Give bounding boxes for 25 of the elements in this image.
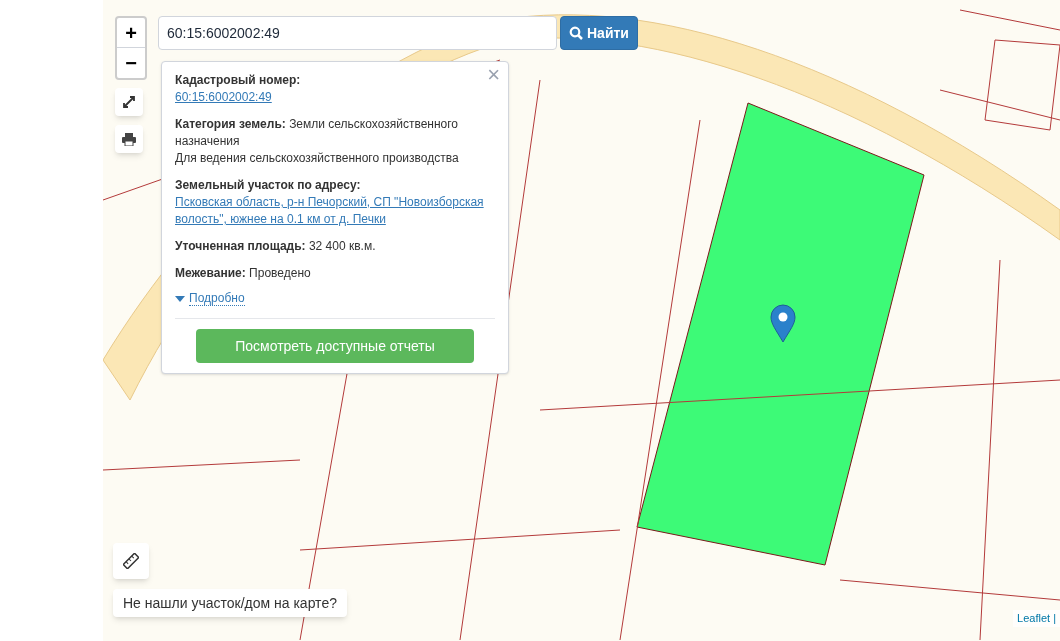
field-text: Категория земель: Земли сельскохозяйственного назначения [175, 116, 460, 150]
expand-icon [122, 95, 136, 109]
field-label: Кадастровый номер: [175, 73, 301, 87]
ruler-button[interactable] [113, 543, 149, 579]
zoom-in-button[interactable]: + [117, 18, 145, 48]
search-field[interactable]: 60:15:6002002:49 [158, 16, 557, 50]
ruler-icon [123, 553, 139, 569]
not-found-button[interactable]: Не нашли участок/дом на карте? [113, 589, 347, 617]
field-text: Уточненная площадь: 32 400 кв.м. [175, 238, 377, 255]
search-button[interactable]: Найти [560, 16, 638, 50]
reports-button[interactable]: Посмотреть доступные отчеты [196, 329, 474, 363]
field-link[interactable]: Псковская область, р-н Печорский, СП "Новоизборская волость", южнее на 0.1 км от д. Печки [175, 194, 495, 228]
search-icon [569, 26, 583, 40]
marker-icon[interactable] [770, 304, 796, 343]
field-text: Для ведения сельскохозяйственного производства [175, 150, 460, 167]
fullscreen-button[interactable] [115, 88, 143, 116]
print-button[interactable] [115, 125, 143, 153]
attribution-link[interactable]: Leaflet | [1013, 610, 1060, 627]
field-link[interactable]: 60:15:6002002:49 [175, 89, 495, 106]
print-icon [122, 132, 136, 146]
field-label: Земельный участок по адресу: [175, 178, 361, 192]
close-button[interactable]: × [487, 64, 500, 86]
field-text: Межевание: Проведено [175, 265, 312, 282]
zoom-out-button[interactable]: − [117, 48, 145, 78]
details-link[interactable]: Подробно [189, 292, 245, 306]
